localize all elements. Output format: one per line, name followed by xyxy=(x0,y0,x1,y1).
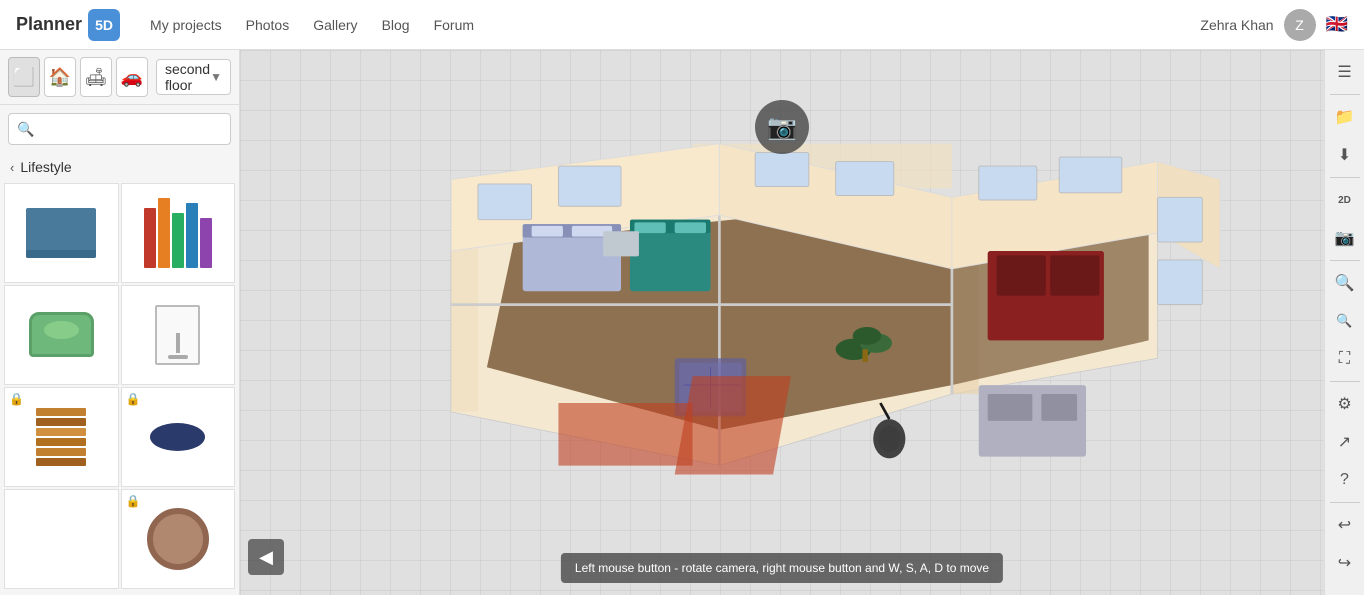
divider xyxy=(1330,94,1360,95)
share-button[interactable]: ↗ xyxy=(1327,424,1363,460)
list-item[interactable]: 🔒 xyxy=(4,489,119,589)
screenshot-button[interactable]: 📷 xyxy=(755,100,809,154)
divider xyxy=(1330,177,1360,178)
settings-button[interactable]: ⚙ xyxy=(1327,386,1363,422)
nav-photos[interactable]: Photos xyxy=(246,17,290,33)
search-bar[interactable]: 🔍 xyxy=(8,113,231,145)
list-item[interactable] xyxy=(121,285,236,385)
list-item[interactable]: 🔒 xyxy=(121,489,236,589)
tool-home[interactable]: 🏠 xyxy=(44,57,76,97)
floor-plan-3d xyxy=(320,90,1244,555)
download-button[interactable]: ⬇ xyxy=(1327,137,1363,173)
logo-text: Planner xyxy=(16,14,82,35)
chevron-left-icon: ◀ xyxy=(259,547,273,568)
files-button[interactable]: 📁 xyxy=(1327,99,1363,135)
list-item[interactable]: 🔒 xyxy=(121,387,236,487)
sidebar: 🔍 ‹ Lifestyle xyxy=(0,105,240,595)
zoom-out-icon: 🔍 xyxy=(1336,313,1352,329)
item-books-colorful xyxy=(133,194,223,272)
right-panel: ☰ 📁 ⬇ 2D 📷 🔍 🔍 ⛶ ⚙ ↗ ? ↩ ↪ xyxy=(1324,50,1364,595)
item-bathtub xyxy=(16,296,106,374)
item-book-blue xyxy=(16,194,106,272)
zoom-in-button[interactable]: 🔍 xyxy=(1327,265,1363,301)
nav-my-projects[interactable]: My projects xyxy=(150,17,222,33)
item-pillow xyxy=(133,398,223,476)
chevron-left-icon: ‹ xyxy=(10,160,14,175)
tool-new[interactable]: ⬜ xyxy=(8,57,40,97)
undo-button[interactable]: ↩ xyxy=(1327,507,1363,543)
chevron-down-icon: ▼ xyxy=(210,70,222,84)
divider xyxy=(1330,260,1360,261)
search-input[interactable] xyxy=(40,122,222,137)
floor-select-value: second floor xyxy=(165,61,210,93)
zoom-in-icon: 🔍 xyxy=(1335,273,1355,293)
top-nav: Planner 5D My projects Photos Gallery Bl… xyxy=(0,0,1364,50)
zoom-out-button[interactable]: 🔍 xyxy=(1327,303,1363,339)
item-books-stack xyxy=(16,398,106,476)
item-whiteboard xyxy=(133,296,223,374)
redo-button[interactable]: ↪ xyxy=(1327,545,1363,581)
lock-icon: 🔒 xyxy=(126,392,141,406)
nav-forum[interactable]: Forum xyxy=(434,17,474,33)
2d-label: 2D xyxy=(1338,195,1351,206)
lock-icon: 🔒 xyxy=(9,392,24,406)
menu-button[interactable]: ☰ xyxy=(1327,54,1363,90)
item-rug-round xyxy=(133,500,223,578)
divider xyxy=(1330,502,1360,503)
canvas-area[interactable]: 📷 xyxy=(240,50,1324,595)
list-item[interactable]: 🔒 xyxy=(4,387,119,487)
list-item[interactable] xyxy=(4,183,119,283)
nav-gallery[interactable]: Gallery xyxy=(313,17,357,33)
camera-button[interactable]: 📷 xyxy=(1327,220,1363,256)
user-area: Zehra Khan Z 🇬🇧 xyxy=(1200,9,1348,41)
tooltip-bar: Left mouse button - rotate camera, right… xyxy=(561,553,1003,583)
list-item[interactable] xyxy=(121,183,236,283)
2d-mode-button[interactable]: 2D xyxy=(1327,182,1363,218)
logo[interactable]: Planner 5D xyxy=(16,9,120,41)
camera-icon: 📷 xyxy=(767,113,797,142)
avatar[interactable]: Z xyxy=(1284,9,1316,41)
nav-back-arrow[interactable]: ◀ xyxy=(248,539,284,575)
items-grid: 🔒 🔒 🔒 🔒 xyxy=(0,181,239,591)
lock-icon: 🔒 xyxy=(126,494,141,508)
fullscreen-button[interactable]: ⛶ xyxy=(1327,341,1363,377)
user-name: Zehra Khan xyxy=(1200,17,1273,33)
logo-badge: 5D xyxy=(88,9,120,41)
floor-selector[interactable]: second floor ▼ xyxy=(156,59,231,95)
category-header[interactable]: ‹ Lifestyle xyxy=(0,153,239,181)
help-button[interactable]: ? xyxy=(1327,462,1363,498)
list-item[interactable] xyxy=(4,285,119,385)
language-flag[interactable]: 🇬🇧 xyxy=(1326,14,1348,35)
toolbar: ⬜ 🏠 🛋 🚗 second floor ▼ xyxy=(0,50,240,105)
search-icon: 🔍 xyxy=(17,121,34,138)
tool-car[interactable]: 🚗 xyxy=(116,57,148,97)
tool-sofa[interactable]: 🛋 xyxy=(80,57,112,97)
nav-links: My projects Photos Gallery Blog Forum xyxy=(150,17,1200,33)
category-name: Lifestyle xyxy=(20,159,71,175)
nav-blog[interactable]: Blog xyxy=(382,17,410,33)
divider xyxy=(1330,381,1360,382)
floor-plan-svg xyxy=(320,90,1244,555)
